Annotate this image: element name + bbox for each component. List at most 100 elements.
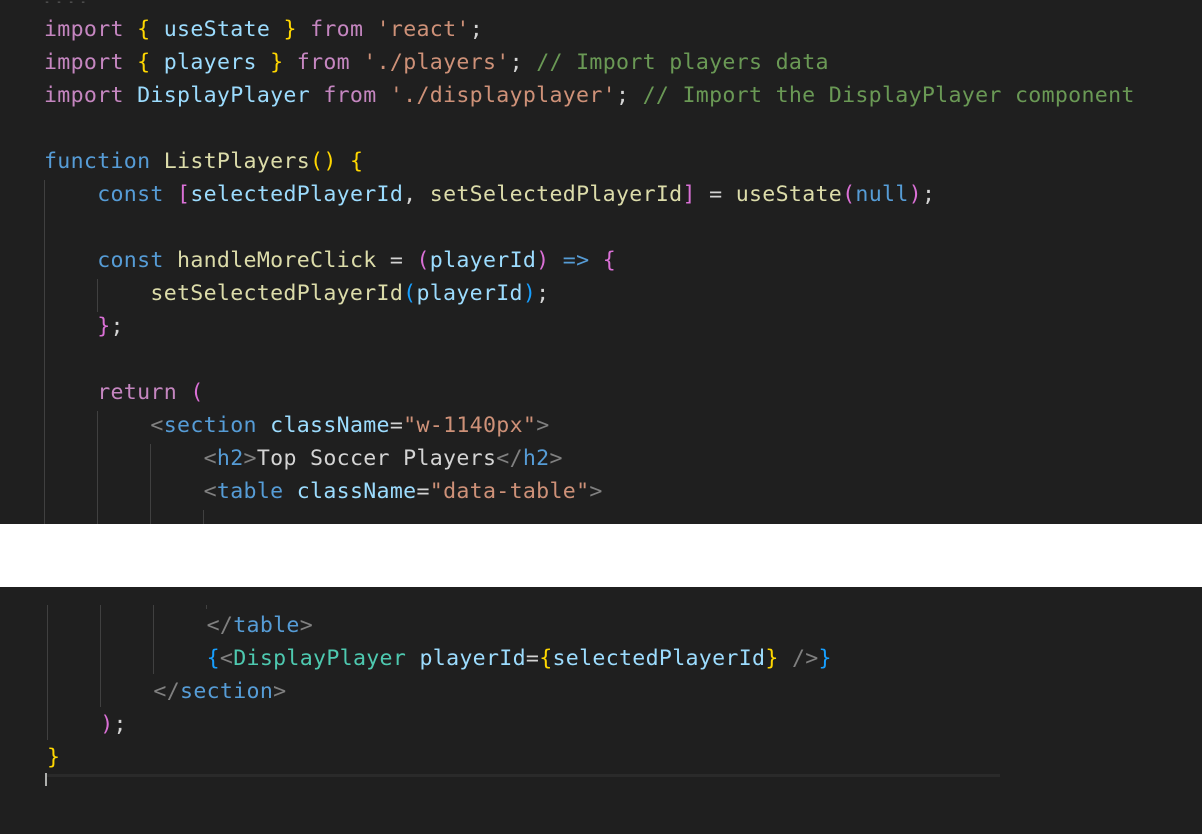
code-token: setSelectedPlayerId — [150, 281, 404, 306]
code-line[interactable]: } — [47, 741, 60, 774]
code-token: import — [44, 17, 124, 42]
code-token: ; — [536, 281, 550, 306]
code-token: function — [44, 149, 151, 174]
code-token: selectedPlayerId — [552, 646, 766, 671]
code-line[interactable]: import { players } from './players'; // … — [44, 46, 829, 79]
code-token: ( — [403, 281, 417, 306]
code-token: return — [97, 380, 178, 405]
code-token: './players' — [363, 50, 510, 75]
code-token: > — [536, 413, 550, 438]
code-line[interactable]: import { useState } from 'react'; — [44, 13, 483, 46]
code-token: className — [270, 413, 390, 438]
code-line[interactable]: import DisplayPlayer from './displayplay… — [44, 79, 1135, 112]
code-token: } — [47, 745, 61, 770]
code-line[interactable]: <section className="w-1140px"> — [44, 409, 550, 442]
code-token: playerId — [429, 248, 537, 273]
code-token: > — [243, 446, 257, 471]
code-line[interactable]: </section> — [47, 675, 286, 708]
code-token: table — [216, 479, 284, 504]
code-token: null — [855, 182, 909, 207]
code-token: ; — [509, 50, 537, 75]
code-token: < — [203, 446, 217, 471]
code-token: { — [137, 50, 151, 75]
code-token: selectedPlayerId — [190, 182, 404, 207]
code-line[interactable]: <h2>Top Soccer Players</h2> — [44, 442, 563, 475]
code-token: => — [562, 248, 590, 273]
code-line[interactable]: return ( — [44, 376, 204, 409]
code-token: ( — [416, 248, 430, 273]
text-cursor — [45, 773, 47, 786]
code-line[interactable]: function ListPlayers() { — [44, 145, 363, 178]
code-token: Top Soccer Players — [256, 446, 497, 471]
code-token: [ — [177, 182, 191, 207]
code-token: ; — [469, 17, 484, 42]
code-token: playerId — [416, 281, 523, 306]
code-token: > — [589, 479, 603, 504]
code-token: = — [389, 413, 404, 438]
code-line[interactable]: ); — [47, 708, 127, 741]
code-token: table — [233, 613, 300, 638]
code-token: { — [206, 646, 220, 671]
code-token: , — [403, 182, 430, 207]
code-token: < — [150, 413, 164, 438]
code-line[interactable]: <table className="data-table"> — [44, 475, 603, 508]
code-token: useState — [735, 182, 843, 207]
code-token: /> — [791, 646, 819, 671]
code-token: import — [44, 83, 124, 108]
code-token: section — [180, 679, 274, 704]
code-token: const — [97, 248, 164, 273]
code-token: h2 — [522, 446, 550, 471]
code-editor-top-pane[interactable]: - - - - import { useState } from 'react'… — [0, 0, 1202, 524]
code-token: DisplayPlayer — [123, 83, 324, 108]
code-line[interactable]: </table> — [47, 609, 313, 642]
code-token: } — [818, 646, 832, 671]
code-token: from — [310, 17, 364, 42]
code-token: ; — [921, 182, 936, 207]
code-token: ; — [110, 314, 124, 339]
code-token: { — [137, 17, 151, 42]
code-line[interactable]: const [selectedPlayerId, setSelectedPlay… — [44, 178, 935, 211]
code-token: > — [273, 679, 287, 704]
code-token: </ — [496, 446, 523, 471]
code-token: className — [296, 479, 417, 504]
code-token: './displayplayer' — [389, 83, 616, 108]
code-line[interactable]: }; — [44, 310, 124, 343]
code-token: < — [203, 479, 217, 504]
code-line[interactable]: const handleMoreClick = (playerId) => { — [44, 244, 616, 277]
code-token: ; — [113, 712, 127, 737]
code-token: ( — [190, 380, 204, 405]
code-line[interactable]: {<DisplayPlayer playerId={selectedPlayer… — [47, 642, 832, 675]
code-token: { — [602, 248, 617, 273]
code-token: } — [270, 50, 284, 75]
code-token: () — [310, 149, 337, 174]
code-token: ) — [908, 182, 922, 207]
code-token: handleMoreClick — [177, 248, 377, 273]
code-editor-bottom-pane[interactable]: </table> {<DisplayPlayer playerId={selec… — [0, 587, 1202, 834]
code-token: { — [539, 646, 553, 671]
code-token: = — [525, 646, 540, 671]
code-line[interactable]: setSelectedPlayerId(playerId); — [44, 277, 549, 310]
